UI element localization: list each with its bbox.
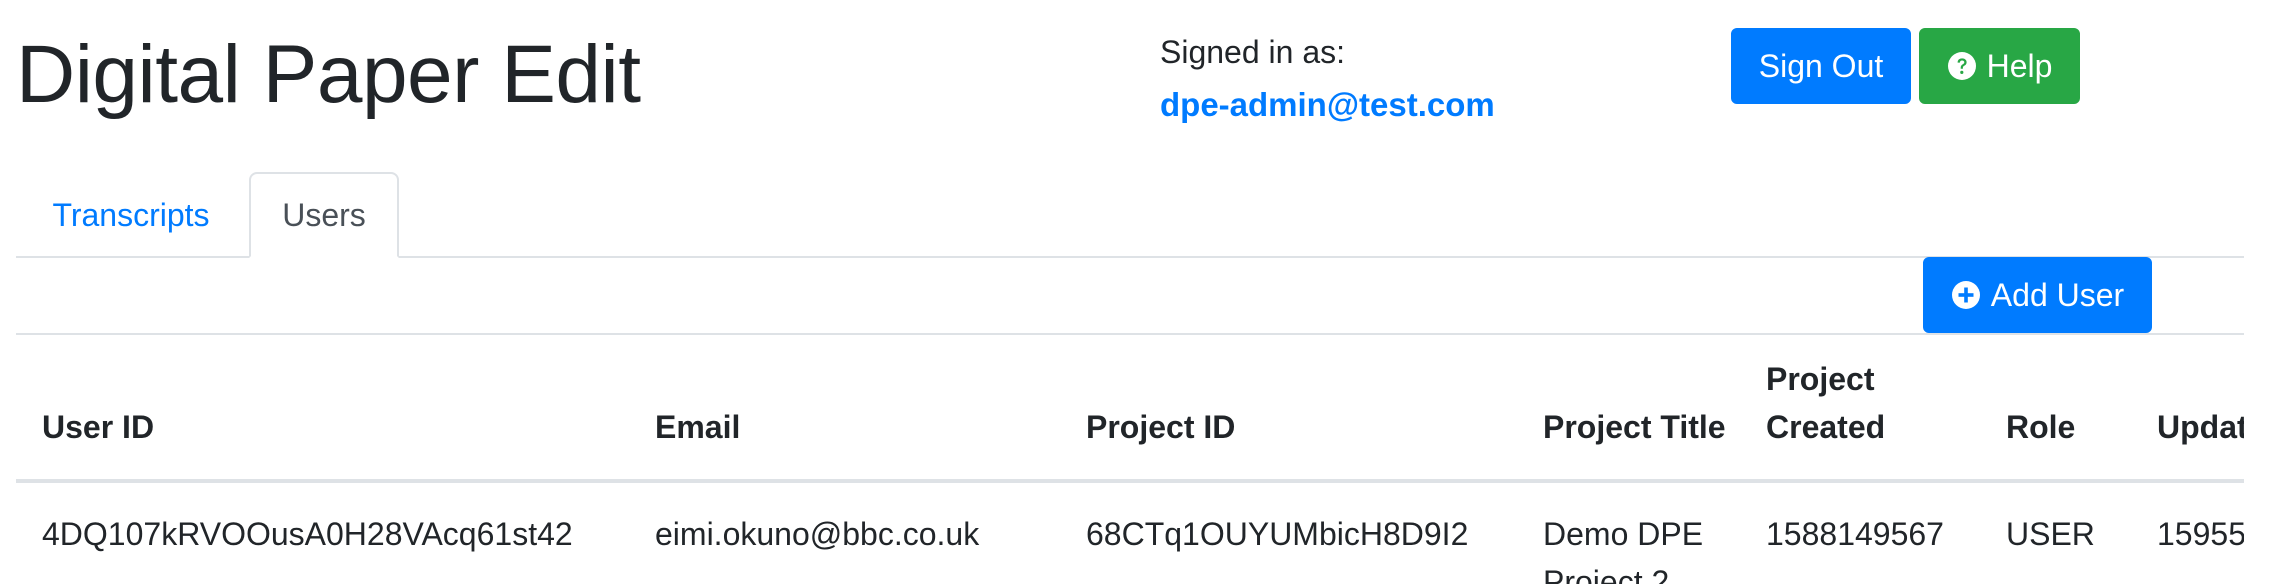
sign-out-label: Sign Out bbox=[1758, 47, 1884, 84]
tab-bar: Transcripts Users bbox=[16, 172, 2244, 258]
cell-updated: 15955 bbox=[2157, 516, 2244, 552]
tab-users[interactable]: Users bbox=[249, 172, 399, 258]
table-row[interactable]: 4DQ107kRVOOusA0H28VAcq61st42 eimi.okuno@… bbox=[16, 483, 2244, 584]
cell-role: USER bbox=[2006, 516, 2095, 552]
users-table: User ID Email Project ID Project Title P… bbox=[16, 335, 2244, 584]
add-user-label: Add User bbox=[1990, 276, 2125, 313]
cell-email: eimi.okuno@bbc.co.uk bbox=[655, 516, 980, 552]
column-header-updated[interactable]: Updat bbox=[2157, 403, 2244, 451]
column-header-role[interactable]: Role bbox=[2006, 403, 2075, 451]
sign-out-button[interactable]: Sign Out bbox=[1731, 28, 1911, 104]
column-header-project-id[interactable]: Project ID bbox=[1086, 403, 1235, 451]
column-header-email[interactable]: Email bbox=[655, 403, 740, 451]
signed-in-label: Signed in as: bbox=[1160, 34, 1346, 70]
page: Digital Paper Edit Signed in as: dpe-adm… bbox=[0, 0, 2274, 584]
cell-project-id: 68CTq1OUYUMbicH8D9I2 bbox=[1086, 516, 1469, 552]
app-title: Digital Paper Edit bbox=[16, 29, 641, 120]
tab-users-label: Users bbox=[282, 196, 366, 233]
help-label: Help bbox=[1986, 47, 2053, 84]
tab-transcripts[interactable]: Transcripts bbox=[16, 172, 246, 258]
add-user-button[interactable]: Add User bbox=[1923, 257, 2152, 333]
help-button[interactable]: Help bbox=[1919, 28, 2080, 104]
table-header-row: User ID Email Project ID Project Title P… bbox=[16, 335, 2244, 483]
question-circle-icon bbox=[1947, 51, 1977, 81]
cell-project-title: Demo DPE Project 2 bbox=[1543, 516, 1704, 584]
signed-in-email-link[interactable]: dpe-admin@test.com bbox=[1160, 84, 1495, 127]
column-header-project-title[interactable]: Project Title bbox=[1543, 403, 1743, 451]
cell-user-id: 4DQ107kRVOOusA0H28VAcq61st42 bbox=[42, 516, 573, 552]
cell-project-created: 1588149567 bbox=[1766, 516, 1944, 552]
column-header-user-id[interactable]: User ID bbox=[42, 403, 154, 451]
column-header-project-created[interactable]: Project Created bbox=[1766, 355, 1966, 451]
plus-circle-icon bbox=[1951, 280, 1981, 310]
tab-transcripts-label: Transcripts bbox=[52, 196, 210, 233]
signed-in-block: Signed in as: dpe-admin@test.com bbox=[1160, 32, 1495, 126]
